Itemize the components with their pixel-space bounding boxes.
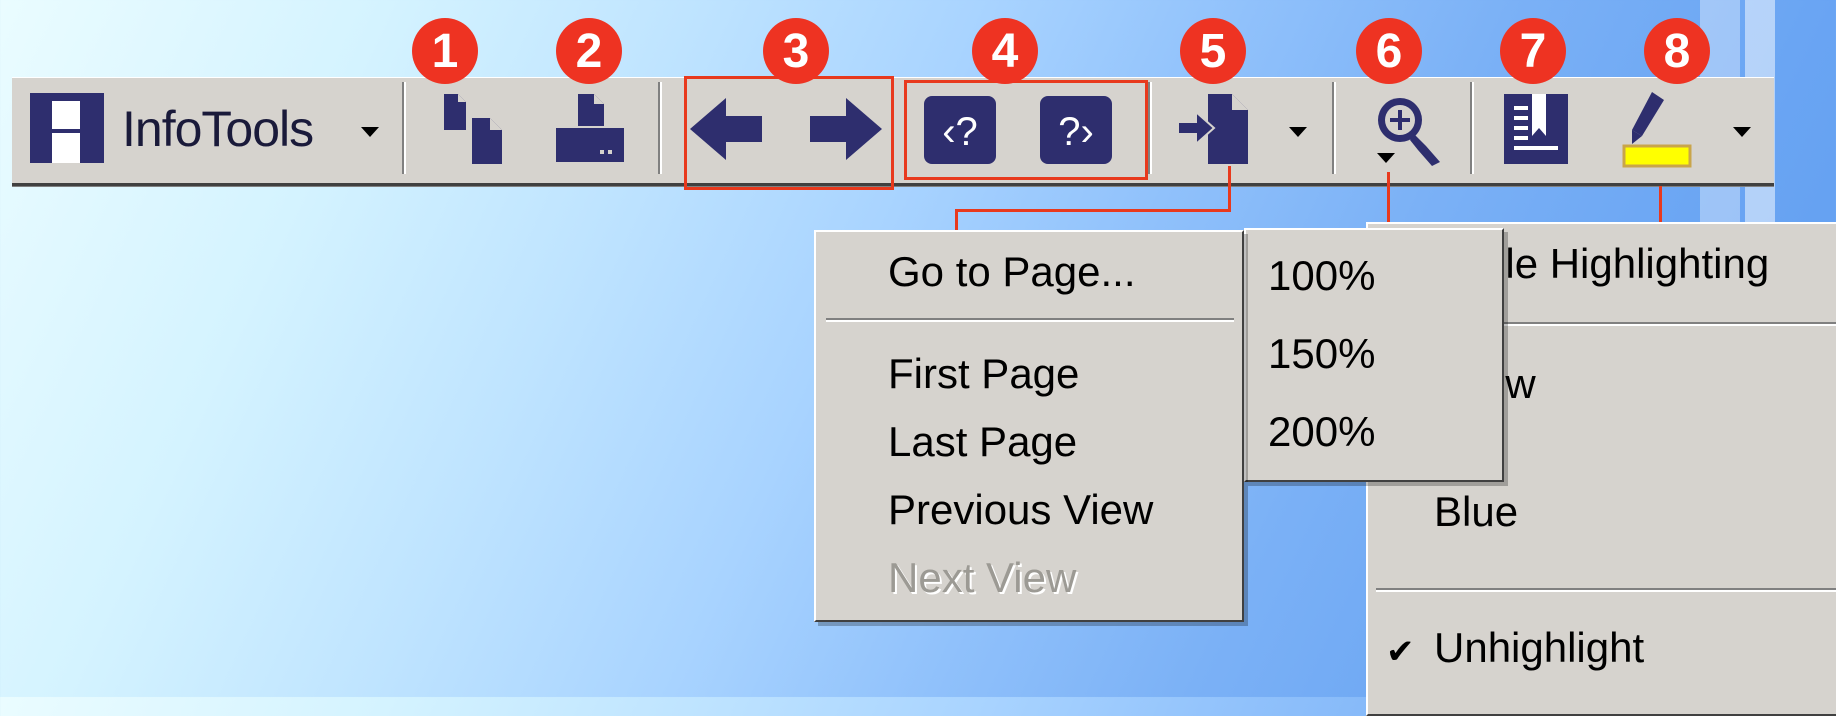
zoom-option-200[interactable]: 200% <box>1268 408 1375 456</box>
highlighter-icon <box>1622 92 1692 168</box>
go-to-page-button[interactable] <box>1176 92 1252 166</box>
callout-badge-1: 1 <box>412 18 478 84</box>
highlighter-button[interactable] <box>1618 90 1698 170</box>
chevron-down-icon <box>1733 127 1751 137</box>
go-to-page-menu: Go to Page... First Page Last Page Previ… <box>814 230 1244 622</box>
toolbar-separator <box>1148 82 1152 174</box>
go-to-page-dropdown[interactable] <box>1284 122 1312 142</box>
highlighter-dropdown[interactable] <box>1728 122 1756 142</box>
infotools-menu-dropdown[interactable] <box>356 122 384 142</box>
chevron-down-icon <box>1377 153 1395 163</box>
zoom-option-100[interactable]: 100% <box>1268 252 1375 300</box>
callout-badge-2: 2 <box>556 18 622 84</box>
toolbar-separator <box>1470 82 1474 174</box>
toolbar-separator <box>1332 82 1336 174</box>
menu-separator <box>826 318 1234 322</box>
callout-badge-6: 6 <box>1356 18 1422 84</box>
zoom-dropdown[interactable] <box>1372 148 1400 168</box>
next-view-item: Next View <box>888 554 1077 601</box>
callout-line <box>1387 172 1390 222</box>
copy-pages-button[interactable] <box>440 92 512 166</box>
callout-badge-3: 3 <box>763 18 829 84</box>
callout-box-search-hits <box>904 80 1148 180</box>
toggle-highlighting-item[interactable]: gle Highlighting <box>1482 240 1769 288</box>
previous-view-item[interactable]: Previous View <box>888 486 1153 534</box>
chevron-down-icon <box>361 127 379 137</box>
unhighlight-item[interactable]: Unhighlight <box>1434 624 1644 672</box>
go-to-page-item[interactable]: Go to Page... <box>888 248 1136 296</box>
app-name: InfoTools <box>122 101 314 157</box>
chevron-down-icon <box>1289 127 1307 137</box>
copy-pages-icon <box>444 94 502 164</box>
callout-badge-7: 7 <box>1500 18 1566 84</box>
last-page-item[interactable]: Last Page <box>888 418 1077 466</box>
callout-line <box>1228 166 1231 212</box>
print-icon <box>556 94 624 162</box>
callout-box-navigation <box>684 76 894 190</box>
toolbar-separator <box>658 82 662 174</box>
infotools-logo-icon <box>30 93 104 163</box>
first-page-item[interactable]: First Page <box>888 350 1079 398</box>
go-to-page-icon <box>1177 94 1248 164</box>
zoom-option-150[interactable]: 150% <box>1268 330 1375 378</box>
bookmark-button[interactable] <box>1498 92 1574 166</box>
blue-highlight-item[interactable]: Blue <box>1434 488 1518 536</box>
menu-separator <box>1376 588 1836 592</box>
toolbar-separator <box>402 82 406 174</box>
check-mark-icon: ✔ <box>1386 633 1415 671</box>
callout-badge-5: 5 <box>1180 18 1246 84</box>
callout-badge-8: 8 <box>1644 18 1710 84</box>
callout-badge-4: 4 <box>972 18 1038 84</box>
bookmark-icon <box>1504 94 1568 164</box>
print-button[interactable] <box>552 92 628 166</box>
callout-line <box>1659 186 1662 222</box>
zoom-menu: 100% 150% 200% <box>1244 228 1504 482</box>
callout-line <box>955 209 1231 212</box>
